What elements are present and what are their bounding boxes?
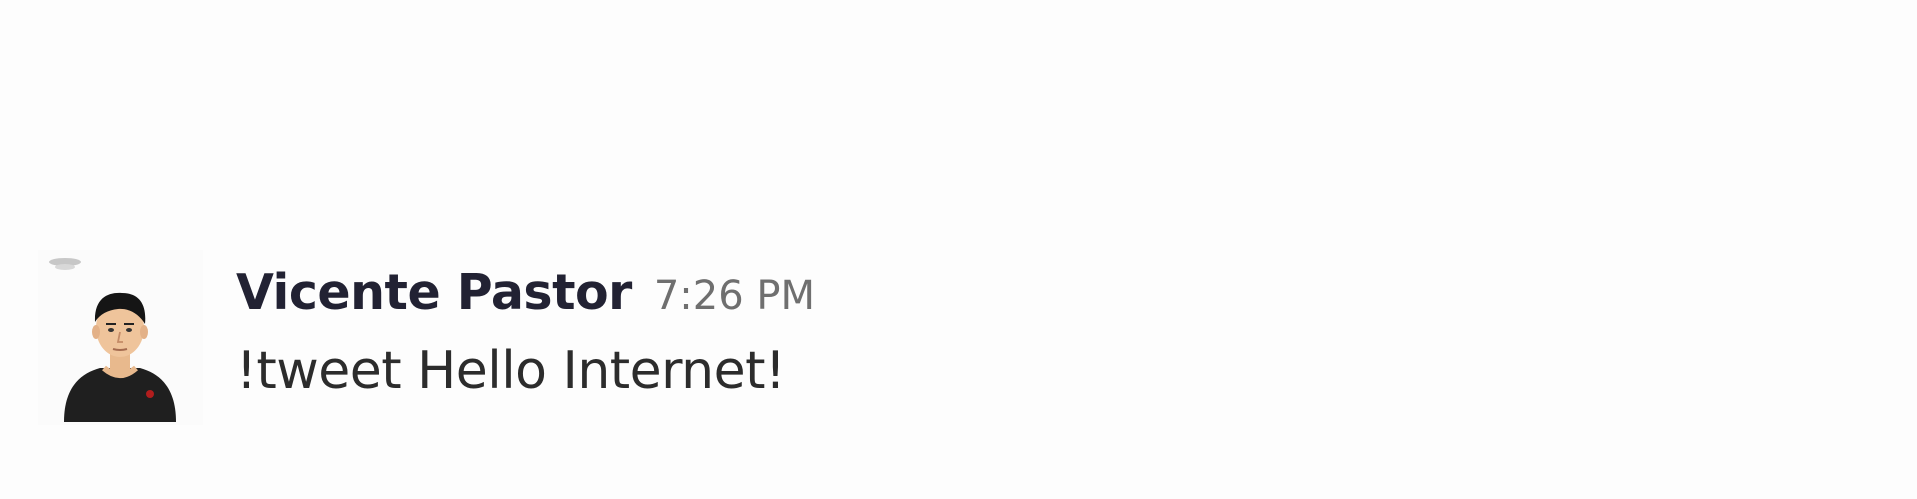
message-content: Vicente Pastor 7:26 PM !tweet Hello Inte… xyxy=(236,264,815,401)
user-avatar-icon xyxy=(49,258,176,422)
message-header: Vicente Pastor 7:26 PM xyxy=(236,264,815,321)
message-text: !tweet Hello Internet! xyxy=(236,341,786,401)
message-timestamp[interactable]: 7:26 PM xyxy=(654,273,815,319)
chat-message: Vicente Pastor 7:26 PM !tweet Hello Inte… xyxy=(0,0,1917,499)
sender-name[interactable]: Vicente Pastor xyxy=(236,264,632,321)
avatar[interactable] xyxy=(38,250,203,425)
